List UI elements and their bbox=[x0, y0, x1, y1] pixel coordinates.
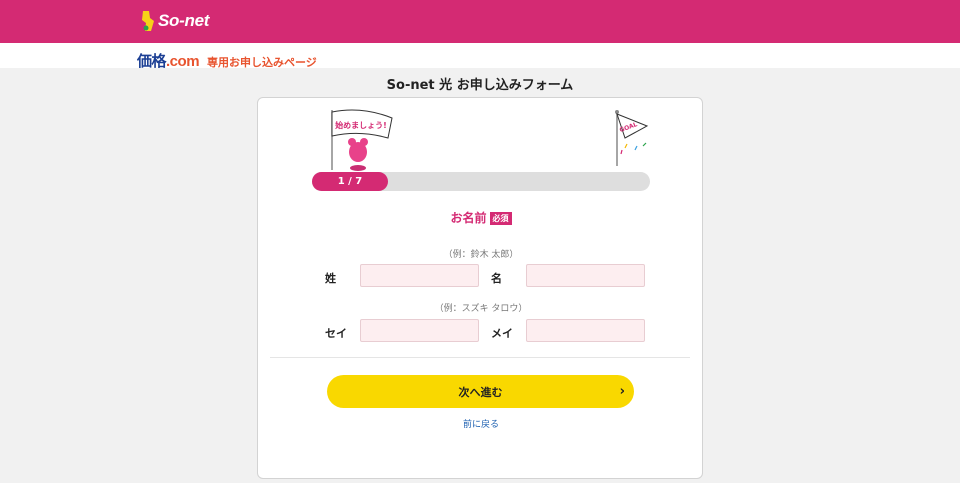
site-header: So-net bbox=[0, 0, 960, 43]
partner-branding: 価格.com 専用お申し込みページ bbox=[137, 50, 317, 71]
last-name-input[interactable] bbox=[360, 264, 479, 287]
last-name-kana-label: セイ bbox=[325, 327, 347, 340]
kakaku-logo: 価格.com bbox=[137, 50, 200, 71]
page-title: So-net 光 お申し込みフォーム bbox=[386, 78, 574, 93]
next-button[interactable]: 次へ進む › bbox=[327, 375, 634, 408]
progress-label: 1 / 7 bbox=[337, 176, 363, 187]
chevron-right-icon: › bbox=[619, 384, 625, 399]
kakaku-logo-suffix: .com bbox=[166, 53, 200, 70]
next-button-label: 次へ進む bbox=[458, 385, 503, 399]
kana-example-hint: （例：スズキ タロウ） bbox=[434, 304, 528, 314]
name-section-title: お名前 必須 bbox=[258, 209, 704, 226]
required-badge: 必須 bbox=[489, 212, 512, 225]
goal-flag-icon: GOAL bbox=[615, 110, 649, 166]
partner-bar: 価格.com 専用お申し込みページ bbox=[0, 43, 960, 71]
first-name-kana-input[interactable] bbox=[526, 319, 645, 342]
progress-fill: 1 / 7 bbox=[312, 172, 388, 191]
application-form-card: 始めましょう! GOAL 1 / 7 お名前 必須 （例：鈴木 太郎） 姓 名 （… bbox=[257, 97, 703, 479]
kakaku-logo-text: 価格 bbox=[137, 53, 167, 70]
section-divider bbox=[270, 357, 690, 358]
progress-bar: 1 / 7 bbox=[312, 172, 650, 191]
first-name-label: 名 bbox=[491, 272, 502, 285]
sonet-logo[interactable]: So-net bbox=[140, 9, 209, 33]
start-mascot-flag-icon: 始めましょう! bbox=[331, 109, 393, 171]
partner-page-label: 専用お申し込みページ bbox=[207, 56, 317, 69]
back-link[interactable]: 前に戻る bbox=[258, 417, 704, 430]
sonet-mark-icon bbox=[142, 11, 154, 31]
first-name-kana-label: メイ bbox=[491, 327, 513, 340]
first-name-input[interactable] bbox=[526, 264, 645, 287]
name-example-hint: （例：鈴木 太郎） bbox=[443, 250, 519, 260]
brand-text: So-net bbox=[158, 11, 210, 30]
last-name-kana-input[interactable] bbox=[360, 319, 479, 342]
last-name-label: 姓 bbox=[325, 272, 336, 285]
start-flag-text: 始めましょう! bbox=[335, 120, 387, 130]
name-section-title-text: お名前 bbox=[450, 211, 487, 225]
